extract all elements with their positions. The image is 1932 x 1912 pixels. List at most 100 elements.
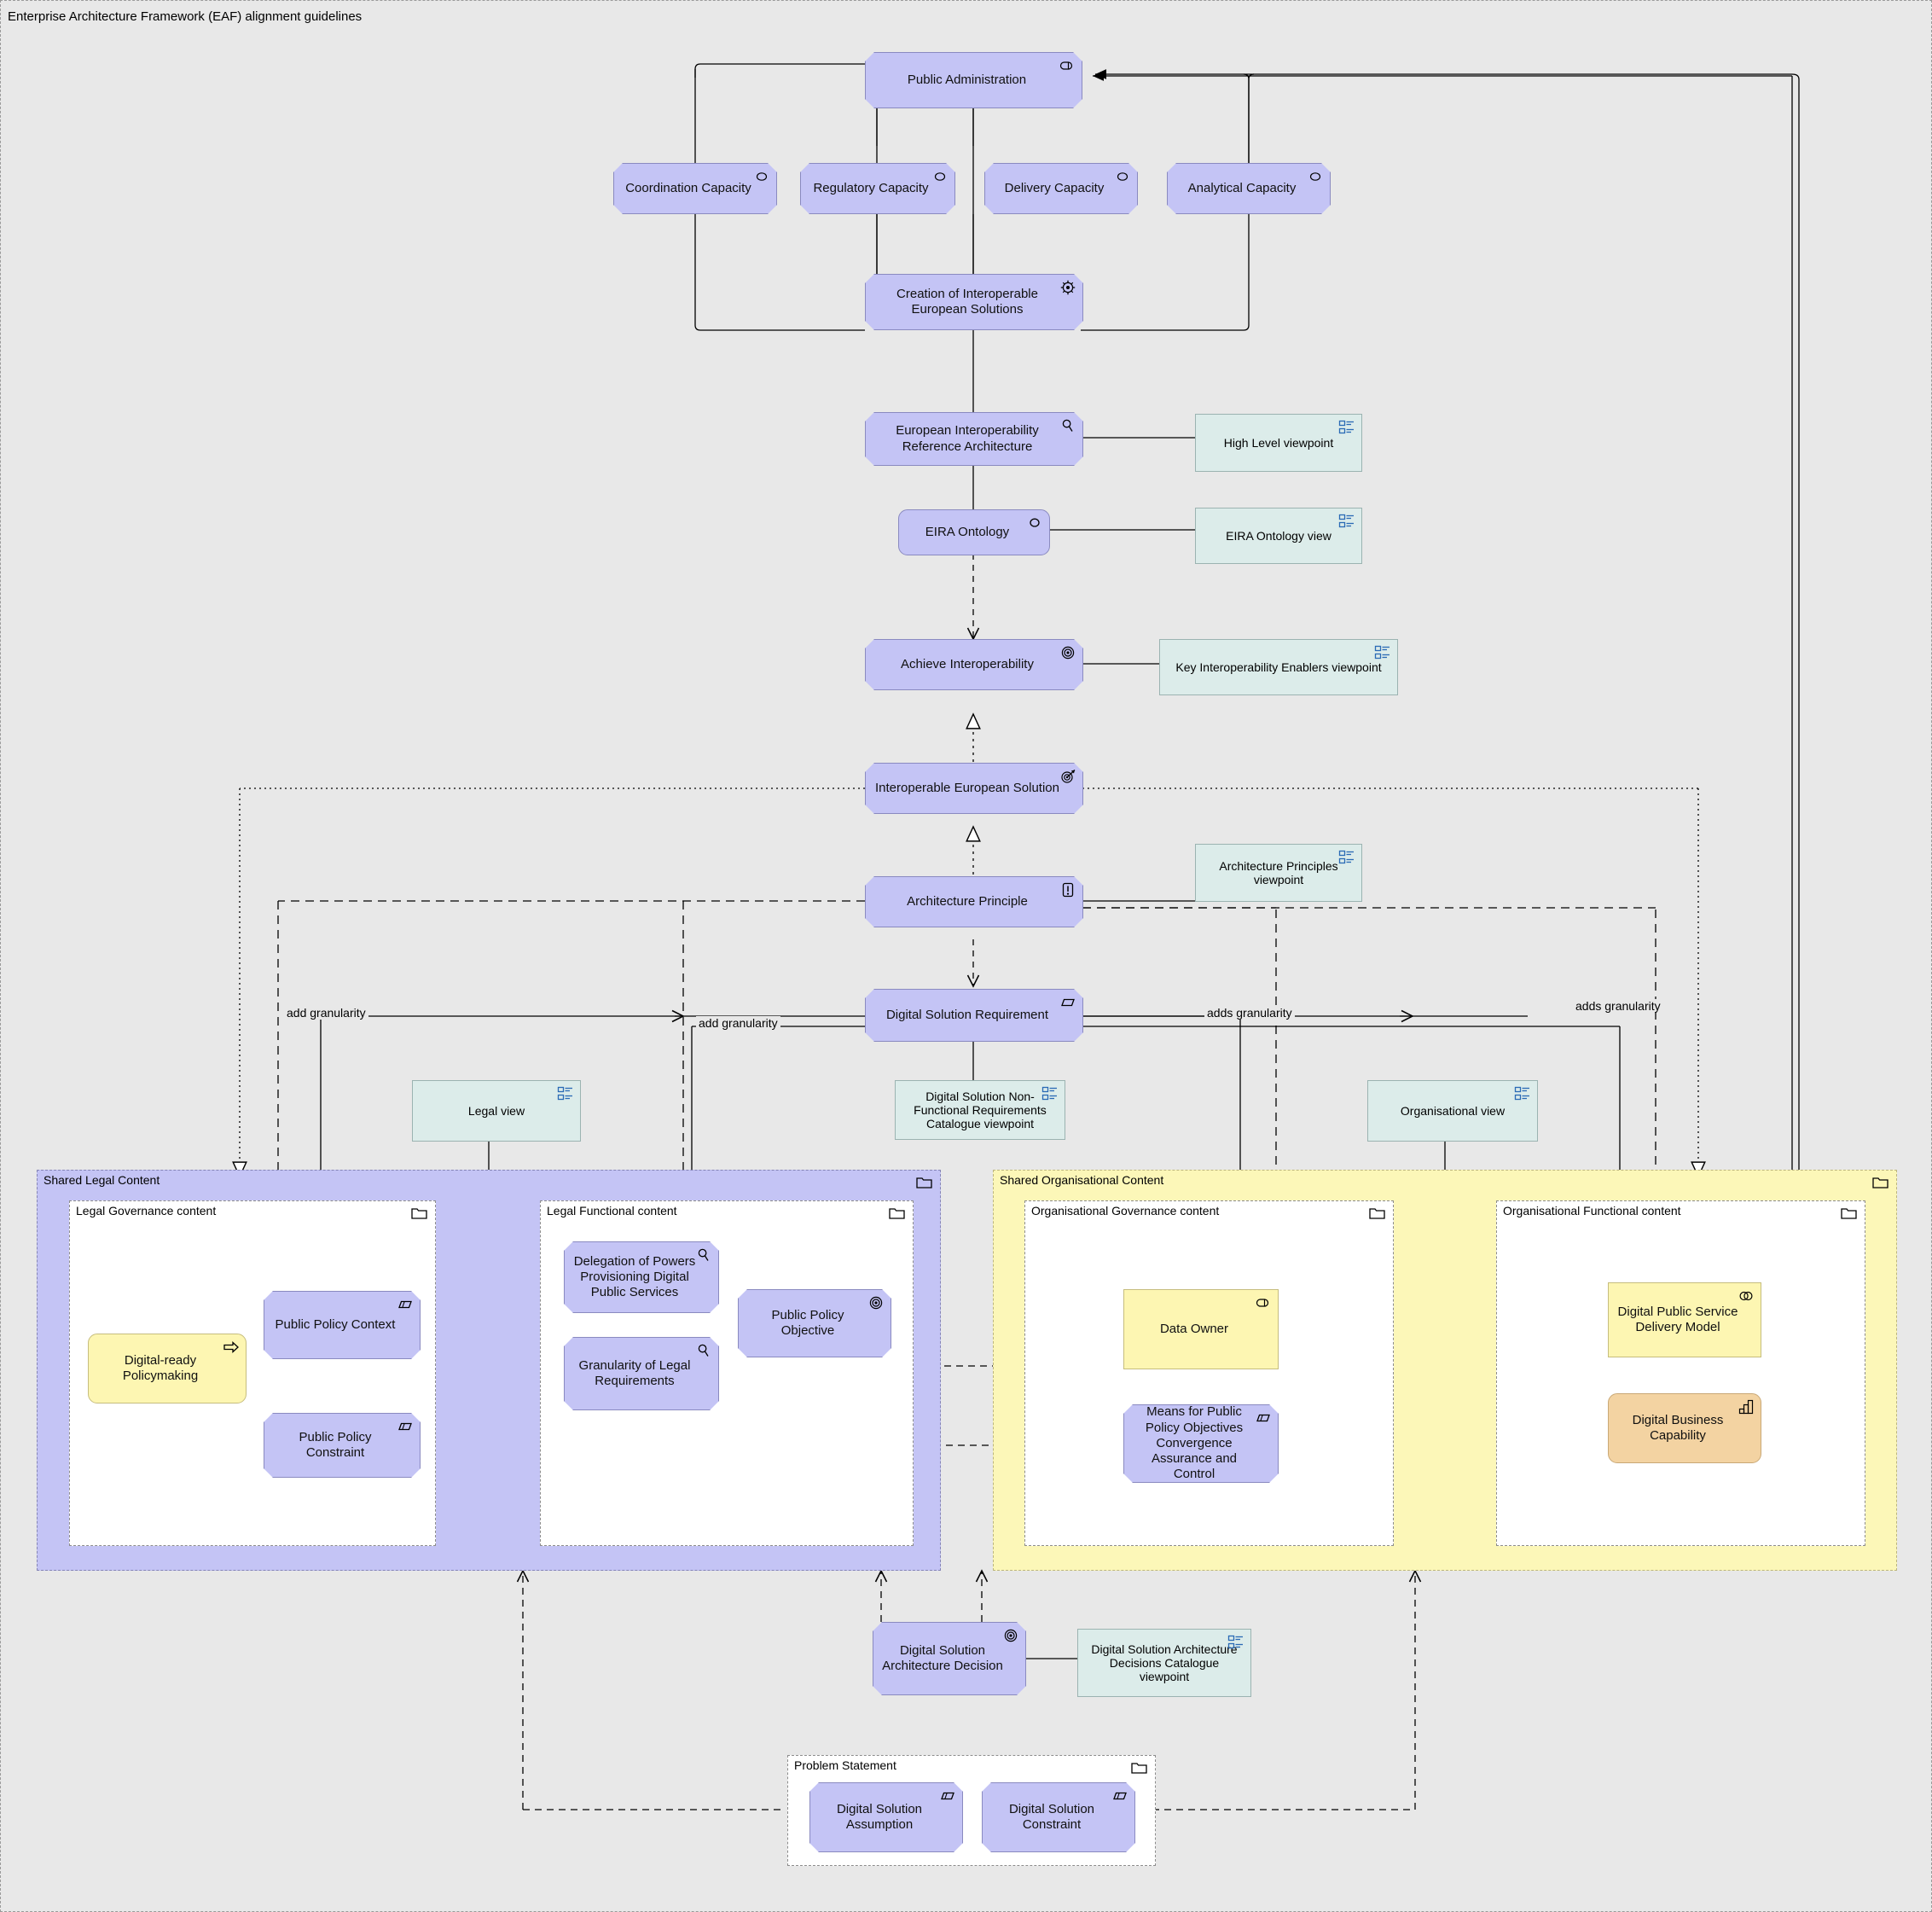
folder-icon <box>916 1177 932 1188</box>
group-title: Organisational Governance content <box>1031 1204 1220 1218</box>
outcome-icon <box>1059 768 1076 785</box>
viewpoint-label: Digital Solution Architecture Decisions … <box>1091 1642 1238 1683</box>
assessment-icon <box>1059 417 1076 434</box>
node-public-policy-objective[interactable]: Public Policy Objective <box>738 1289 891 1357</box>
diagram-title: Enterprise Architecture Framework (EAF) … <box>8 9 363 24</box>
viewpoint-label: High Level viewpoint <box>1223 436 1334 450</box>
viewpoint-icon <box>1338 514 1354 528</box>
node-interoperable-european-solution[interactable]: Interoperable European Solution <box>865 763 1083 814</box>
viewpoint-legal-view[interactable]: Legal view <box>412 1080 581 1142</box>
node-label: Digital-ready Policymaking <box>122 1352 199 1383</box>
viewpoint-ds-nfr-catalogue[interactable]: Digital Solution Non-Functional Requirem… <box>895 1080 1065 1140</box>
node-label: Digital Public Service Delivery Model <box>1617 1304 1738 1334</box>
node-label: Digital Business Capability <box>1632 1412 1724 1443</box>
group-title: Shared Legal Content <box>44 1173 160 1187</box>
node-label: Interoperable European Solution <box>875 780 1059 795</box>
node-digital-solution-requirement[interactable]: Digital Solution Requirement <box>865 989 1083 1042</box>
node-eira-ontology[interactable]: EIRA Ontology <box>898 509 1050 555</box>
node-analytical-capacity[interactable]: Analytical Capacity <box>1167 163 1331 214</box>
viewpoint-label: Digital Solution Non-Functional Requirem… <box>914 1090 1047 1130</box>
node-creation-of-interoperable-european-solutions[interactable]: Creation of Interoperable European Solut… <box>865 274 1083 330</box>
business-actor-icon <box>1256 1299 1269 1307</box>
node-label: Delegation of Powers Provisioning Digita… <box>573 1253 696 1300</box>
group-organisational-governance-content[interactable]: Organisational Governance content <box>1024 1200 1394 1546</box>
node-label: Public Administration <box>907 72 1027 87</box>
node-label: European Interoperability Reference Arch… <box>896 423 1039 454</box>
group-organisational-functional-content[interactable]: Organisational Functional content <box>1496 1200 1865 1546</box>
viewpoint-label: Architecture Principles viewpoint <box>1219 859 1338 886</box>
node-means-for-public-policy-objectives-convergence[interactable]: Means for Public Policy Objectives Conve… <box>1123 1404 1279 1483</box>
node-granularity-of-legal-requirements[interactable]: Granularity of Legal Requirements <box>564 1337 719 1410</box>
group-title: Shared Organisational Content <box>1000 1173 1164 1187</box>
business-role-icon <box>931 168 949 185</box>
requirement-icon <box>397 1296 414 1313</box>
node-digital-solution-constraint[interactable]: Digital Solution Constraint <box>982 1782 1135 1852</box>
viewpoint-label: EIRA Ontology view <box>1226 529 1332 543</box>
driver-icon <box>1059 279 1076 296</box>
folder-icon <box>1369 1208 1385 1219</box>
folder-icon <box>1841 1208 1857 1219</box>
business-role-icon <box>753 168 770 185</box>
node-data-owner[interactable]: Data Owner <box>1123 1289 1279 1369</box>
node-regulatory-capacity[interactable]: Regulatory Capacity <box>800 163 955 214</box>
node-label: Digital Solution Architecture Decision <box>882 1642 1003 1673</box>
node-achieve-interoperability[interactable]: Achieve Interoperability <box>865 639 1083 690</box>
node-digital-ready-policymaking[interactable]: Digital-ready Policymaking <box>88 1334 247 1403</box>
node-digital-public-service-delivery-model[interactable]: Digital Public Service Delivery Model <box>1608 1282 1761 1357</box>
business-actor-icon <box>1059 57 1076 74</box>
viewpoint-icon <box>1338 420 1354 434</box>
folder-icon <box>1131 1763 1147 1774</box>
folder-icon <box>889 1208 905 1219</box>
group-title: Legal Functional content <box>547 1204 677 1218</box>
viewpoint-dsad-catalogue[interactable]: Digital Solution Architecture Decisions … <box>1077 1629 1251 1697</box>
viewpoint-organisational-view[interactable]: Organisational view <box>1367 1080 1538 1142</box>
assessment-icon <box>695 1342 712 1359</box>
node-label: Achieve Interoperability <box>901 656 1034 671</box>
group-title: Organisational Functional content <box>1503 1204 1681 1218</box>
viewpoint-high-level[interactable]: High Level viewpoint <box>1195 414 1362 472</box>
viewpoint-icon <box>1374 645 1390 660</box>
node-label: Architecture Principle <box>907 893 1028 909</box>
constraint-icon <box>1111 1787 1128 1804</box>
capability-icon <box>1738 1399 1754 1415</box>
assessment-icon <box>695 1247 712 1264</box>
folder-icon <box>411 1208 427 1219</box>
node-digital-business-capability[interactable]: Digital Business Capability <box>1608 1393 1761 1463</box>
folder-icon <box>1872 1177 1888 1188</box>
edge-label-adds-granularity-2: adds granularity <box>1573 999 1663 1013</box>
diagram-canvas: Enterprise Architecture Framework (EAF) … <box>0 0 1932 1912</box>
viewpoint-icon <box>557 1086 572 1101</box>
node-label: Analytical Capacity <box>1187 180 1297 195</box>
viewpoint-architecture-principles[interactable]: Architecture Principles viewpoint <box>1195 844 1362 902</box>
viewpoint-label: Legal view <box>467 1104 525 1118</box>
goal-icon <box>1002 1627 1019 1644</box>
node-label: Regulatory Capacity <box>813 180 929 195</box>
viewpoint-key-interoperability-enablers[interactable]: Key Interoperability Enablers viewpoint <box>1159 639 1398 695</box>
edge-label-adds-granularity-1: adds granularity <box>1204 1006 1295 1020</box>
node-public-administration[interactable]: Public Administration <box>865 52 1082 108</box>
node-label: Public Policy Context <box>275 1316 396 1332</box>
node-label: Digital Solution Assumption <box>836 1801 923 1832</box>
node-public-policy-context[interactable]: Public Policy Context <box>264 1291 421 1359</box>
node-public-policy-constraint[interactable]: Public Policy Constraint <box>264 1413 421 1478</box>
node-label: Public Policy Constraint <box>299 1429 372 1460</box>
node-architecture-principle[interactable]: Architecture Principle <box>865 876 1083 927</box>
business-collaboration-icon <box>1739 1291 1753 1301</box>
requirement-icon <box>1059 994 1076 1011</box>
node-label: Digital Solution Constraint <box>1008 1801 1095 1832</box>
node-digital-solution-architecture-decision[interactable]: Digital Solution Architecture Decision <box>873 1622 1026 1695</box>
node-delegation-of-powers[interactable]: Delegation of Powers Provisioning Digita… <box>564 1241 719 1313</box>
viewpoint-eira-ontology-view[interactable]: EIRA Ontology view <box>1195 508 1362 564</box>
node-european-interoperability-reference-architecture[interactable]: European Interoperability Reference Arch… <box>865 412 1083 466</box>
node-coordination-capacity[interactable]: Coordination Capacity <box>613 163 777 214</box>
node-digital-solution-assumption[interactable]: Digital Solution Assumption <box>809 1782 963 1852</box>
node-label: Public Policy Objective <box>771 1307 844 1338</box>
requirement-icon <box>1255 1409 1272 1427</box>
node-label: Means for Public Policy Objectives Conve… <box>1145 1404 1244 1482</box>
edge-label-add-granularity-1: add granularity <box>284 1006 368 1020</box>
business-role-icon <box>1114 168 1131 185</box>
node-delivery-capacity[interactable]: Delivery Capacity <box>984 163 1138 214</box>
goal-icon <box>867 1294 885 1311</box>
viewpoint-label: Organisational view <box>1400 1104 1506 1118</box>
group-title: Problem Statement <box>794 1758 896 1772</box>
